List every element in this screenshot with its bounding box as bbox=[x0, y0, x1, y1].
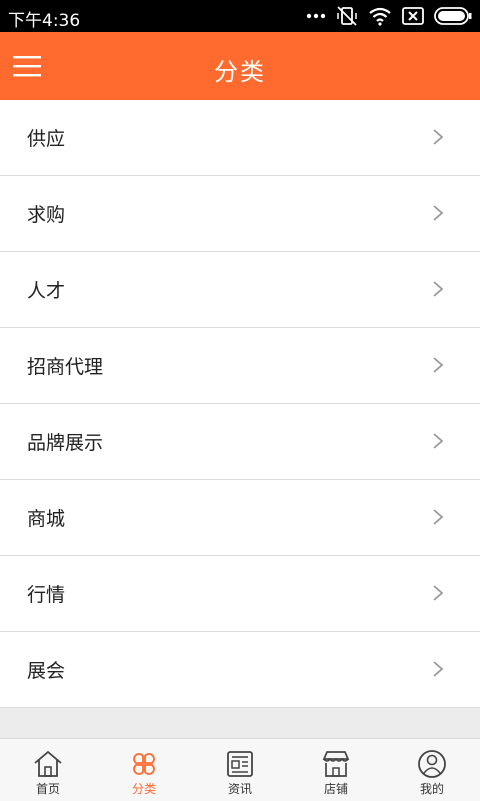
status-bar: 下午4:36 bbox=[0, 0, 480, 32]
category-icon bbox=[133, 753, 155, 775]
chevron-right-icon bbox=[433, 509, 444, 525]
tab-label: 我的 bbox=[419, 782, 444, 796]
category-item-label: 展会 bbox=[27, 660, 66, 682]
profile-icon bbox=[418, 750, 446, 778]
category-item-brand[interactable]: 品牌展示 bbox=[0, 404, 480, 480]
home-icon bbox=[34, 750, 62, 777]
category-item-supply[interactable]: 供应 bbox=[0, 100, 480, 176]
category-item-label: 招商代理 bbox=[27, 356, 104, 378]
chevron-right-icon bbox=[433, 357, 444, 373]
tab-news[interactable]: 资讯 bbox=[192, 739, 288, 801]
chevron-right-icon bbox=[433, 661, 444, 677]
category-item-franchise[interactable]: 招商代理 bbox=[0, 328, 480, 404]
category-item-exhibition[interactable]: 展会 bbox=[0, 632, 480, 708]
tab-home[interactable]: 首页 bbox=[0, 739, 96, 801]
category-item-talent[interactable]: 人才 bbox=[0, 252, 480, 328]
category-item-label: 品牌展示 bbox=[27, 432, 104, 454]
tab-profile[interactable]: 我的 bbox=[384, 739, 480, 801]
status-icons bbox=[306, 5, 472, 27]
bottom-tab-bar: 首页 分类 资讯 店铺 我的 bbox=[0, 738, 480, 801]
category-item-label: 供应 bbox=[27, 128, 66, 150]
tab-label: 资讯 bbox=[227, 782, 252, 796]
status-time: 下午4:36 bbox=[8, 11, 81, 31]
category-item-purchase[interactable]: 求购 bbox=[0, 176, 480, 252]
app-bar: 分类 bbox=[0, 32, 480, 100]
category-item-label: 人才 bbox=[27, 280, 66, 302]
tab-store[interactable]: 店铺 bbox=[288, 739, 384, 801]
tab-category[interactable]: 分类 bbox=[96, 739, 192, 801]
chevron-right-icon bbox=[433, 205, 444, 221]
news-icon bbox=[227, 751, 253, 777]
no-sim-icon bbox=[402, 7, 424, 25]
page-title: 分类 bbox=[214, 58, 266, 86]
tab-label: 首页 bbox=[35, 782, 60, 796]
chevron-right-icon bbox=[433, 281, 444, 297]
category-item-label: 行情 bbox=[27, 584, 66, 606]
wifi-icon bbox=[369, 7, 391, 26]
tab-label: 店铺 bbox=[323, 782, 348, 796]
chevron-right-icon bbox=[433, 433, 444, 449]
store-icon bbox=[322, 751, 350, 777]
more-dots-icon bbox=[306, 13, 326, 19]
battery-icon bbox=[434, 7, 472, 25]
category-item-label: 求购 bbox=[27, 204, 66, 226]
category-item-label: 商城 bbox=[27, 508, 66, 530]
category-list: 供应 求购 人才 招商代理 品牌展示 商城 行情 展会 bbox=[0, 100, 480, 708]
tab-label: 分类 bbox=[131, 782, 156, 796]
chevron-right-icon bbox=[433, 585, 444, 601]
category-item-market[interactable]: 行情 bbox=[0, 556, 480, 632]
category-item-mall[interactable]: 商城 bbox=[0, 480, 480, 556]
vibrate-muted-icon bbox=[337, 6, 357, 26]
chevron-right-icon bbox=[433, 129, 444, 145]
